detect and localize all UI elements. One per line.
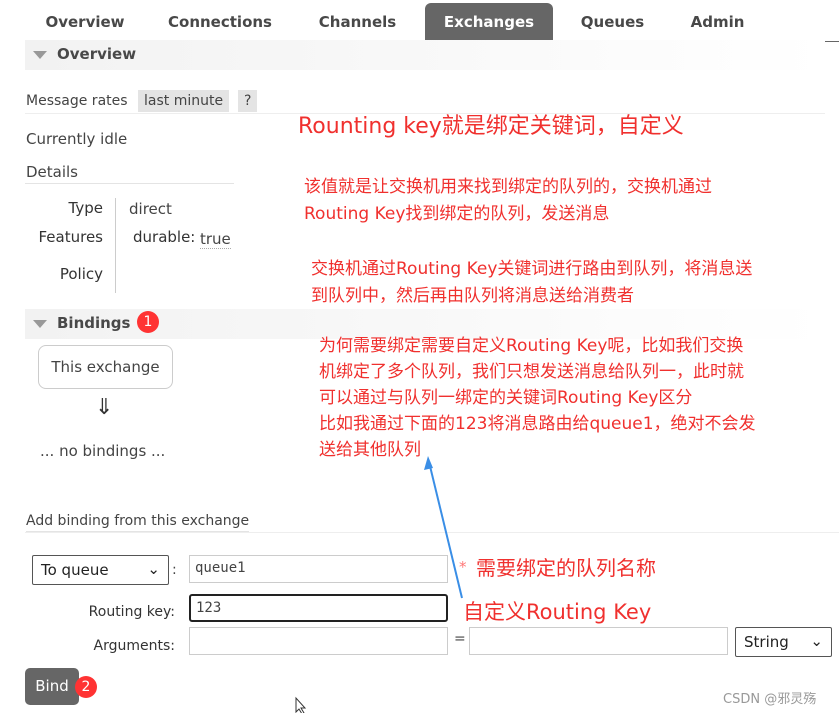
annotation-line: 可以通过与队列一绑定的关键词Routing Key区分 xyxy=(319,388,693,408)
annotation-text: 该值就是让交换机用来找到绑定的队列的，交换机通过 Routing Key找到绑定的… xyxy=(304,174,712,228)
annotation-line: 比如我通过下面的123将消息路由给queue1，绝对不会发 xyxy=(319,414,756,434)
annotation-line: 交换机通过Routing Key关键词进行路由到队列，将消息送 xyxy=(311,259,753,279)
watermark: CSDN @邪灵殇 xyxy=(723,692,817,707)
annotation-line: 送给其他队列 xyxy=(319,440,421,460)
annotation-text: 为何需要绑定需要自定义Routing Key呢，比如我们交换 机绑定了多个队列，… xyxy=(319,333,756,463)
routing-key-note: 自定义Routing Key xyxy=(463,600,652,624)
mouse-cursor-icon xyxy=(295,696,307,713)
annotation-line: 到队列中，然后再由队列将消息送给消费者 xyxy=(311,286,634,306)
arrow-line xyxy=(428,461,463,599)
annotation-line: 机绑定了多个队列，我们只想发送消息给队列一，此时就 xyxy=(319,362,744,382)
annotation-line: 为何需要绑定需要自定义Routing Key呢，比如我们交换 xyxy=(319,336,744,356)
queue-name-note: 需要绑定的队列名称 xyxy=(476,556,656,580)
annotation-line: Routing Key找到绑定的队列，发送消息 xyxy=(304,204,610,224)
annotation-line: 该值就是让交换机用来找到绑定的队列的，交换机通过 xyxy=(304,177,712,197)
annotation-text: 交换机通过Routing Key关键词进行路由到队列，将消息送 到队列中，然后再由… xyxy=(311,256,752,310)
annotation-text: Rounting key就是绑定关键词，自定义 xyxy=(298,114,684,139)
